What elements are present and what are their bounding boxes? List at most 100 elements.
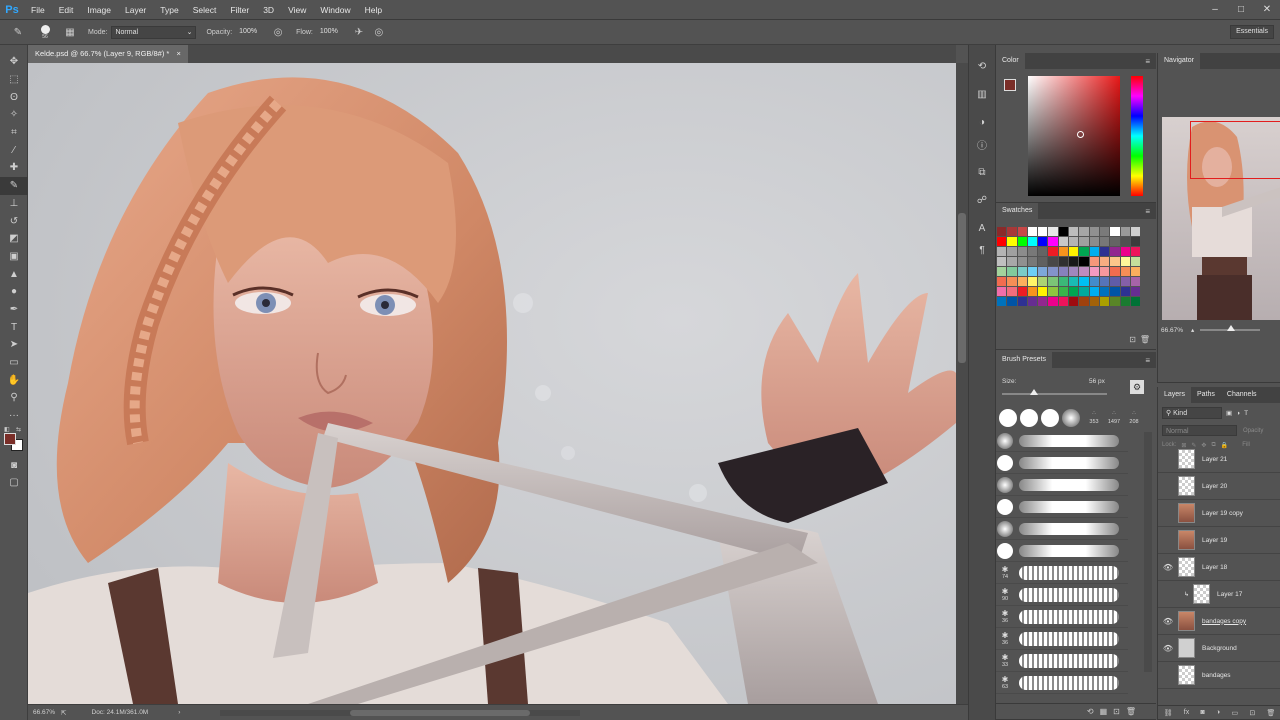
tab-brush-presets[interactable]: Brush Presets	[996, 352, 1052, 368]
tab-navigator[interactable]: Navigator	[1158, 53, 1200, 69]
visibility-eye-icon[interactable]: 👁	[1158, 617, 1178, 626]
swatch[interactable]	[997, 237, 1008, 247]
swatch[interactable]	[1058, 297, 1070, 307]
navigator-preview[interactable]	[1162, 117, 1280, 320]
brush-tip-scatter-2[interactable]: ∴ 1497	[1104, 410, 1124, 426]
tab-swatches[interactable]: Swatches	[996, 203, 1039, 219]
swatch[interactable]	[1007, 297, 1018, 307]
swatch[interactable]	[1017, 277, 1028, 287]
size-slider-thumb[interactable]	[1030, 389, 1038, 395]
swatch[interactable]	[1027, 247, 1039, 257]
swatch[interactable]	[1110, 227, 1121, 237]
swatch[interactable]	[1120, 227, 1131, 237]
swatch[interactable]	[1079, 257, 1090, 267]
swatch[interactable]	[1079, 237, 1090, 247]
hue-slider[interactable]	[1131, 76, 1143, 196]
brush-preset-row[interactable]: ✱ 90	[996, 584, 1128, 606]
swatch[interactable]	[1058, 247, 1070, 257]
screen-mode-icon[interactable]: ▢	[0, 474, 28, 492]
swatch[interactable]	[1130, 287, 1142, 297]
swatch[interactable]	[1099, 277, 1111, 287]
flow-field[interactable]: 100%	[317, 26, 347, 39]
healing-brush-tool-icon[interactable]: ✚	[0, 159, 28, 177]
document-tab[interactable]: Kelde.psd @ 66.7% (Layer 9, RGB/8#) * ×	[28, 45, 188, 63]
swatch[interactable]	[1058, 237, 1070, 247]
swatch[interactable]	[1130, 227, 1142, 237]
brush-preset-row[interactable]: ✱ 63	[996, 672, 1128, 694]
workspace-switcher[interactable]: Essentials	[1230, 25, 1274, 39]
menu-image[interactable]: Image	[80, 0, 118, 20]
close-tab-icon[interactable]: ×	[176, 49, 180, 58]
tab-paths[interactable]: Paths	[1191, 387, 1221, 403]
brush-tool-icon[interactable]: ✎	[0, 176, 28, 195]
layer-style-icon[interactable]: fx	[1184, 709, 1189, 716]
dodge-tool-icon[interactable]: ●	[0, 283, 28, 301]
more-tools-icon[interactable]: ···	[0, 407, 28, 425]
brush-preset-row[interactable]: ✱ 74	[996, 562, 1128, 584]
swatch[interactable]	[1089, 267, 1100, 277]
adjustment-layer-icon[interactable]: ◑	[1216, 709, 1220, 716]
swatch[interactable]	[1017, 247, 1028, 257]
layer-row[interactable]: Layer 19 copy	[1158, 500, 1280, 527]
swatch[interactable]	[1007, 267, 1018, 277]
swatch[interactable]	[1089, 257, 1100, 267]
swatch[interactable]	[1048, 287, 1059, 297]
grid-view-icon[interactable]: ▦	[1100, 707, 1108, 716]
swatch[interactable]	[997, 287, 1008, 297]
navigator-zoom-value[interactable]: 66.67%	[1161, 327, 1183, 334]
brush-tip-hard-2[interactable]	[1020, 409, 1038, 427]
histogram-icon[interactable]: ▥	[969, 83, 995, 105]
foreground-color-swatch[interactable]	[4, 433, 16, 446]
visibility-eye-icon[interactable]: 👁	[1158, 563, 1178, 572]
swatch[interactable]	[1038, 257, 1049, 267]
swatch[interactable]	[1007, 277, 1018, 287]
default-colors-icon[interactable]: ◧	[4, 426, 10, 433]
swatch[interactable]	[1048, 277, 1059, 287]
swatch[interactable]	[1038, 277, 1049, 287]
airbrush-icon[interactable]: ✈	[351, 24, 367, 40]
swatch[interactable]	[1079, 297, 1090, 307]
swatch[interactable]	[1048, 297, 1059, 307]
swatch[interactable]	[1007, 227, 1018, 237]
brush-preset-row[interactable]	[996, 518, 1128, 540]
swatch[interactable]	[1017, 267, 1028, 277]
panel-menu-icon[interactable]: ≡	[1145, 57, 1150, 66]
swatch[interactable]	[1110, 247, 1121, 257]
paragraph-icon[interactable]: ¶	[969, 239, 995, 261]
brush-tip-hard-1[interactable]	[999, 409, 1017, 427]
swatch[interactable]	[1017, 287, 1028, 297]
swatch[interactable]	[1027, 277, 1039, 287]
swatch[interactable]	[1089, 277, 1100, 287]
lock-position-icon[interactable]: ✥	[1201, 442, 1206, 449]
clone-source-icon[interactable]: ⧉	[969, 161, 995, 183]
swatch[interactable]	[1120, 277, 1131, 287]
history-icon[interactable]: ⟲	[969, 55, 995, 77]
layer-row[interactable]: Layer 20	[1158, 473, 1280, 500]
menu-select[interactable]: Select	[186, 0, 224, 20]
tab-layers[interactable]: Layers	[1158, 387, 1192, 403]
swatch[interactable]	[1110, 287, 1121, 297]
swatch[interactable]	[1069, 227, 1080, 237]
blend-mode-select[interactable]: Normal	[1162, 425, 1237, 436]
swatch[interactable]	[1058, 267, 1070, 277]
new-group-icon[interactable]: ▭	[1231, 709, 1238, 717]
swatch[interactable]	[1120, 247, 1131, 257]
trash-icon[interactable]: 🗑	[1140, 335, 1150, 344]
brush-options-icon[interactable]: ⚙	[1130, 380, 1144, 394]
delete-brush-icon[interactable]: 🗑	[1126, 707, 1136, 716]
menu-layer[interactable]: Layer	[118, 0, 153, 20]
swatch[interactable]	[1069, 287, 1080, 297]
swatch[interactable]	[1017, 297, 1028, 307]
new-brush-icon[interactable]: ⊡	[1113, 707, 1120, 716]
swatch[interactable]	[1130, 237, 1142, 247]
filter-pixel-icon[interactable]: ▣	[1226, 409, 1232, 417]
tab-channels[interactable]: Channels	[1221, 387, 1263, 403]
menu-help[interactable]: Help	[358, 0, 389, 20]
brush-tip-scatter-1[interactable]: ∴ 353	[1084, 410, 1104, 426]
scroll-thumb[interactable]	[958, 213, 966, 363]
link-layers-icon[interactable]: ⛓	[1164, 709, 1173, 717]
menu-edit[interactable]: Edit	[52, 0, 81, 20]
new-swatch-icon[interactable]: ⊡	[1129, 335, 1136, 344]
layer-row[interactable]: bandages	[1158, 662, 1280, 689]
swatch[interactable]	[1058, 227, 1070, 237]
